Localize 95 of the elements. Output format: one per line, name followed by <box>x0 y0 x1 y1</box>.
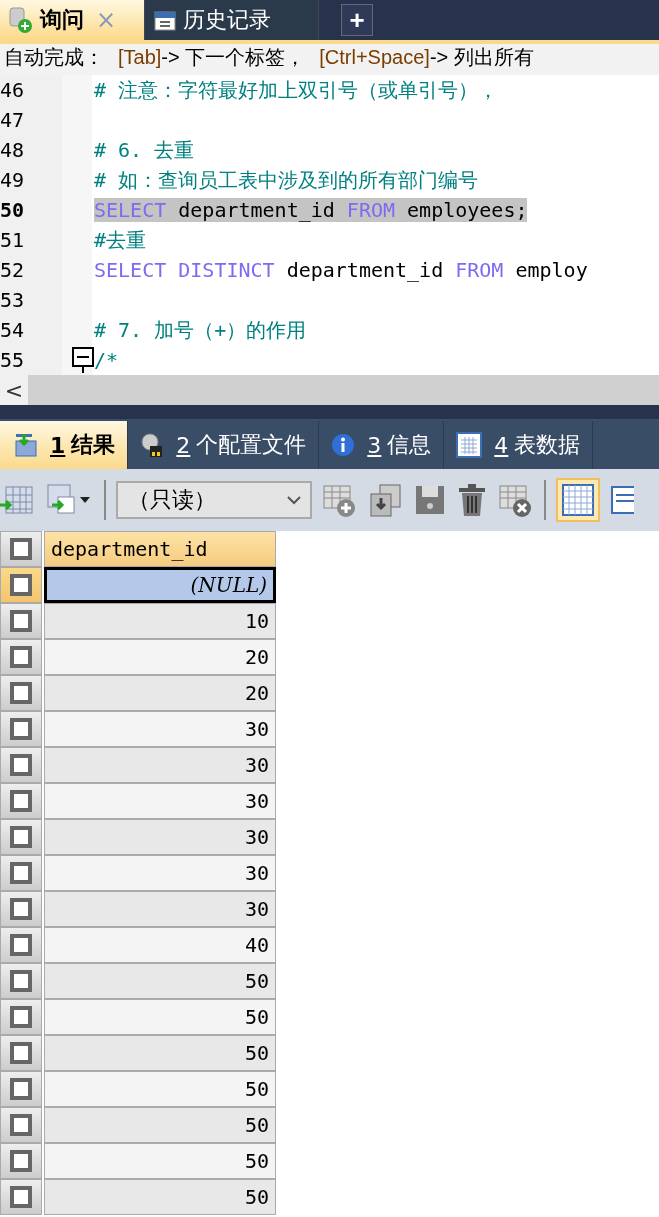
trash-icon[interactable] <box>456 483 488 517</box>
table-cell[interactable]: 30 <box>44 855 276 891</box>
line-number: 55 <box>0 348 26 372</box>
row-checkbox[interactable] <box>10 1078 32 1100</box>
table-cell[interactable]: 50 <box>44 999 276 1035</box>
row-header[interactable] <box>0 603 42 639</box>
row-header[interactable] <box>0 783 42 819</box>
new-tab-button[interactable]: + <box>341 4 373 36</box>
line-number: 47 <box>0 108 26 132</box>
line-number: 49 <box>0 168 26 192</box>
row-checkbox[interactable] <box>10 682 32 704</box>
table-arrow-icon <box>12 432 38 458</box>
row-header[interactable] <box>0 963 42 999</box>
table-cell[interactable]: 50 <box>44 963 276 999</box>
row-checkbox[interactable] <box>10 970 32 992</box>
table-cell[interactable]: 50 <box>44 1107 276 1143</box>
code-line: # 7. 加号（+）的作用 <box>94 316 307 344</box>
row-header[interactable] <box>0 1179 42 1215</box>
form-view-icon[interactable] <box>610 483 634 517</box>
row-header[interactable] <box>0 567 42 603</box>
row-header[interactable] <box>0 747 42 783</box>
table-cell[interactable]: 30 <box>44 783 276 819</box>
chevron-down-icon <box>286 495 302 505</box>
table-cell[interactable]: 30 <box>44 891 276 927</box>
select-all-checkbox[interactable] <box>10 538 32 560</box>
row-checkbox[interactable] <box>10 718 32 740</box>
gear-lock-icon <box>140 432 165 458</box>
row-checkbox[interactable] <box>10 862 32 884</box>
table-cell[interactable]: 50 <box>44 1179 276 1215</box>
row-header[interactable] <box>0 1143 42 1179</box>
code-line: # 注意：字符最好加上双引号（或单引号）， <box>94 76 499 104</box>
row-checkbox[interactable] <box>10 610 32 632</box>
row-header[interactable] <box>0 1071 42 1107</box>
table-cell[interactable]: 30 <box>44 819 276 855</box>
row-header[interactable] <box>0 675 42 711</box>
row-checkbox[interactable] <box>10 826 32 848</box>
row-header[interactable] <box>0 999 42 1035</box>
delete-grid-icon[interactable] <box>498 482 534 518</box>
query-tab[interactable]: 历史记录 <box>145 0 319 40</box>
row-checkbox[interactable] <box>10 934 32 956</box>
table-cell[interactable]: 40 <box>44 927 276 963</box>
column-header[interactable]: department_id <box>44 531 276 567</box>
query-tab[interactable]: 询问 × <box>0 0 145 40</box>
mode-dropdown[interactable]: （只读） <box>116 481 312 519</box>
line-number: 46 <box>0 78 26 102</box>
row-checkbox[interactable] <box>10 1042 32 1064</box>
row-header[interactable] <box>0 711 42 747</box>
row-checkbox[interactable] <box>10 1006 32 1028</box>
line-number: 53 <box>0 288 26 312</box>
code-line: /* <box>94 348 119 372</box>
table-cell[interactable]: 10 <box>44 603 276 639</box>
row-checkbox[interactable] <box>10 1186 32 1208</box>
table-cell[interactable]: 20 <box>44 675 276 711</box>
row-checkbox[interactable] <box>10 646 32 668</box>
row-header[interactable] <box>0 927 42 963</box>
line-number: 50 <box>0 198 26 222</box>
row-checkbox[interactable] <box>10 754 32 776</box>
row-checkbox[interactable] <box>10 790 32 812</box>
scroll-left-button[interactable]: < <box>0 375 28 405</box>
table-cell[interactable]: 20 <box>44 639 276 675</box>
document-plus-icon <box>8 6 34 34</box>
table-cell[interactable]: (NULL) <box>44 567 276 603</box>
line-number: 54 <box>0 318 26 342</box>
grid-view-icon[interactable] <box>556 478 600 522</box>
table-cell[interactable]: 30 <box>44 711 276 747</box>
line-number: 48 <box>0 138 26 162</box>
save-icon[interactable] <box>414 484 446 516</box>
table-cell[interactable]: 30 <box>44 747 276 783</box>
code-line: SELECT DISTINCT department_id FROM employ <box>94 258 588 282</box>
insert-row-icon[interactable] <box>322 482 358 518</box>
line-number: 52 <box>0 258 26 282</box>
table-cell[interactable]: 50 <box>44 1035 276 1071</box>
table-icon <box>456 432 483 458</box>
row-checkbox[interactable] <box>10 898 32 920</box>
code-line: # 6. 去重 <box>94 136 195 164</box>
info-icon <box>331 433 356 457</box>
row-checkbox[interactable] <box>10 574 32 596</box>
row-header[interactable] <box>0 1035 42 1071</box>
row-header[interactable] <box>0 819 42 855</box>
calendar-icon <box>153 8 177 32</box>
row-checkbox[interactable] <box>10 1150 32 1172</box>
copy-rows-icon[interactable] <box>368 482 404 518</box>
result-tab[interactable]: 1 结果 <box>0 421 129 469</box>
code-line: # 如：查询员工表中涉及到的所有部门编号 <box>94 166 479 194</box>
line-number: 51 <box>0 228 26 252</box>
code-line: #去重 <box>94 226 147 254</box>
table-cell[interactable]: 50 <box>44 1071 276 1107</box>
table-cell[interactable]: 50 <box>44 1143 276 1179</box>
autocomplete-hint: 自动完成： [Tab]-> 下一个标签， [Ctrl+Space]-> 列出所有 <box>0 40 659 75</box>
row-header[interactable] <box>0 639 42 675</box>
row-header[interactable] <box>0 855 42 891</box>
row-header[interactable] <box>0 1107 42 1143</box>
row-header[interactable] <box>0 891 42 927</box>
collapse-icon[interactable] <box>72 347 94 373</box>
row-checkbox[interactable] <box>10 1114 32 1136</box>
